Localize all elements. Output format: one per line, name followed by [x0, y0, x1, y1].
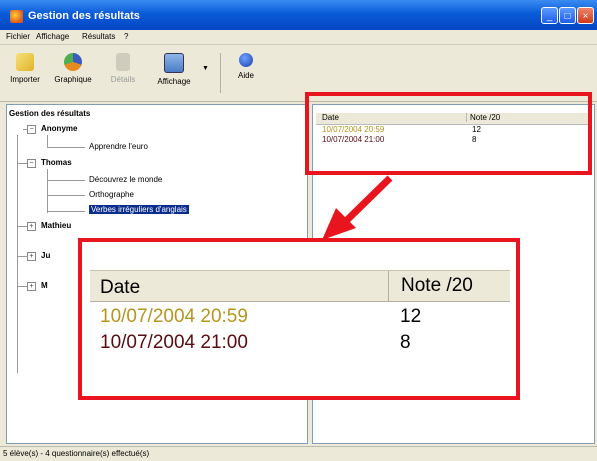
- zoom-header: Date Note /20: [90, 270, 510, 302]
- zoom-result-date: 10/07/2004 21:00: [100, 332, 248, 353]
- zoom-result-note: 12: [400, 306, 422, 327]
- zoomed-results-callout: Date Note /20 10/07/2004 20:59 12 10/07/…: [78, 238, 520, 400]
- zoom-result-note: 8: [400, 332, 411, 353]
- zoom-result-date: 10/07/2004 20:59: [100, 306, 248, 327]
- zoom-column-note: Note /20: [388, 271, 473, 301]
- zoom-column-date: Date: [100, 277, 141, 298]
